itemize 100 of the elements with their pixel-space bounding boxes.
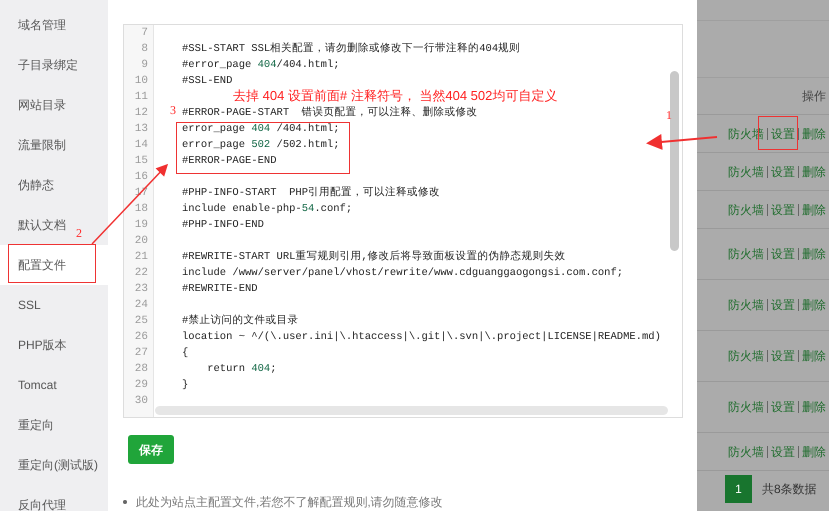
page-number[interactable]: 1 — [725, 475, 752, 503]
action-link[interactable]: 防火墙 — [728, 296, 764, 314]
code-line: #ERROR-PAGE-END — [182, 154, 277, 169]
pagination-total: 共8条数据 — [762, 481, 817, 498]
action-link[interactable]: 删除 — [802, 124, 826, 142]
separator-icon — [798, 299, 799, 311]
separator-icon — [798, 248, 799, 260]
action-link[interactable]: 防火墙 — [728, 162, 764, 180]
action-link[interactable]: 设置 — [771, 442, 795, 460]
sidebar-item[interactable]: 域名管理 — [0, 5, 70, 45]
separator-icon — [798, 401, 799, 413]
separator-icon — [767, 166, 768, 178]
separator-icon — [767, 128, 768, 140]
code-line: #禁止访问的文件或目录 — [182, 313, 298, 329]
action-link[interactable]: 防火墙 — [728, 245, 764, 263]
code-line: #PHP-INFO-END — [182, 218, 264, 233]
sidebar-item[interactable]: SSL — [0, 285, 45, 325]
separator-icon — [798, 204, 799, 216]
line-number: 13 — [134, 122, 149, 137]
action-link[interactable]: 防火墙 — [728, 442, 764, 460]
action-link[interactable]: 删除 — [802, 162, 826, 180]
action-link[interactable]: 设置 — [771, 124, 795, 142]
action-link[interactable]: 设置 — [771, 162, 795, 180]
annotation-number: 3 — [170, 103, 176, 117]
line-number: 10 — [134, 74, 149, 89]
separator-icon — [767, 204, 768, 216]
separator-icon — [767, 446, 768, 458]
line-number: 9 — [140, 58, 149, 73]
annotation-number: 1 — [666, 108, 672, 122]
sidebar-item[interactable]: 反向代理 — [0, 485, 70, 511]
annotation-note: 去掉 404 设置前面# 注释符号， 当然404 502均可自定义 — [233, 88, 558, 105]
annotation-arrow — [646, 134, 718, 150]
sidebar-item[interactable]: 配置文件 — [0, 245, 108, 285]
separator-icon — [798, 128, 799, 140]
code-line: error_page 502 /502.html; — [182, 138, 340, 153]
horizontal-scrollbar[interactable] — [155, 406, 668, 416]
code-line: error_page 404 /404.html; — [182, 122, 340, 137]
line-number: 26 — [134, 330, 149, 345]
action-link[interactable]: 防火墙 — [728, 200, 764, 218]
action-link[interactable]: 删除 — [802, 200, 826, 218]
code-line: #SSL-START SSL相关配置，请勿删除或修改下一行带注释的404规则 — [182, 41, 520, 57]
code-line: } — [182, 378, 188, 393]
line-number: 19 — [134, 218, 149, 233]
separator-icon — [798, 350, 799, 362]
line-number: 20 — [134, 234, 149, 249]
separator-icon — [798, 166, 799, 178]
sidebar-item[interactable]: 重定向 — [0, 405, 58, 445]
action-link[interactable]: 设置 — [771, 296, 795, 314]
code-line: #REWRITE-END — [182, 282, 258, 297]
sidebar-item[interactable]: 重定向(测试版) — [0, 445, 102, 485]
action-link[interactable]: 防火墙 — [728, 398, 764, 416]
annotation-number: 2 — [76, 226, 82, 240]
line-number: 23 — [134, 282, 149, 297]
code-line: #REWRITE-START URL重写规则引用,修改后将导致面板设置的伪静态规则失效 — [182, 249, 566, 265]
sidebar-item[interactable]: 伪静态 — [0, 165, 58, 205]
sidebar-item[interactable]: 流量限制 — [0, 125, 70, 165]
sidebar-item[interactable]: 默认文档 — [0, 205, 70, 245]
code-line: include /www/server/panel/vhost/rewrite/www.cdguanggaogongsi.com.conf; — [182, 266, 624, 281]
code-line: #error_page 404/404.html; — [182, 58, 340, 73]
separator-icon — [767, 248, 768, 260]
action-link[interactable]: 设置 — [771, 245, 795, 263]
line-number: 25 — [134, 314, 149, 329]
line-number: 8 — [140, 42, 149, 57]
line-number: 24 — [134, 298, 149, 313]
code-line: #SSL-END — [182, 74, 232, 89]
line-number: 12 — [134, 106, 149, 121]
action-link[interactable]: 设置 — [771, 398, 795, 416]
code-line: return 404; — [206, 362, 277, 377]
action-link[interactable]: 删除 — [802, 398, 826, 416]
line-number: 22 — [134, 266, 149, 281]
sidebar-item[interactable]: Tomcat — [0, 365, 61, 405]
action-link[interactable]: 防火墙 — [728, 347, 764, 365]
line-number: 7 — [140, 26, 149, 41]
line-number: 14 — [134, 138, 149, 153]
sidebar-item[interactable]: 子目录绑定 — [0, 45, 82, 85]
action-link[interactable]: 删除 — [802, 245, 826, 263]
line-number: 21 — [134, 250, 149, 265]
separator-icon — [767, 350, 768, 362]
line-number: 29 — [134, 378, 149, 393]
code-line: #ERROR-PAGE-START 错误页配置，可以注释、删除或修改 — [182, 105, 478, 121]
line-number: 11 — [134, 90, 149, 105]
sidebar-item[interactable]: PHP版本 — [0, 325, 71, 365]
action-link[interactable]: 设置 — [771, 347, 795, 365]
line-number: 30 — [134, 394, 149, 409]
line-number: 18 — [134, 202, 149, 217]
vertical-scrollbar[interactable] — [670, 71, 679, 251]
line-number: 28 — [134, 362, 149, 377]
sidebar-item[interactable]: 网站目录 — [0, 85, 70, 125]
bullet-icon — [123, 500, 127, 504]
note-text: 此处为站点主配置文件,若您不了解配置规则,请勿随意修改 — [136, 494, 443, 511]
separator-icon — [767, 401, 768, 413]
action-link[interactable]: 设置 — [771, 200, 795, 218]
save-button[interactable]: 保存 — [128, 435, 174, 464]
line-number: 15 — [134, 154, 149, 169]
action-link[interactable]: 删除 — [802, 347, 826, 365]
code-line: { — [182, 346, 188, 361]
separator-icon — [767, 299, 768, 311]
action-link[interactable]: 删除 — [802, 442, 826, 460]
separator-icon — [798, 446, 799, 458]
action-link[interactable]: 删除 — [802, 296, 826, 314]
